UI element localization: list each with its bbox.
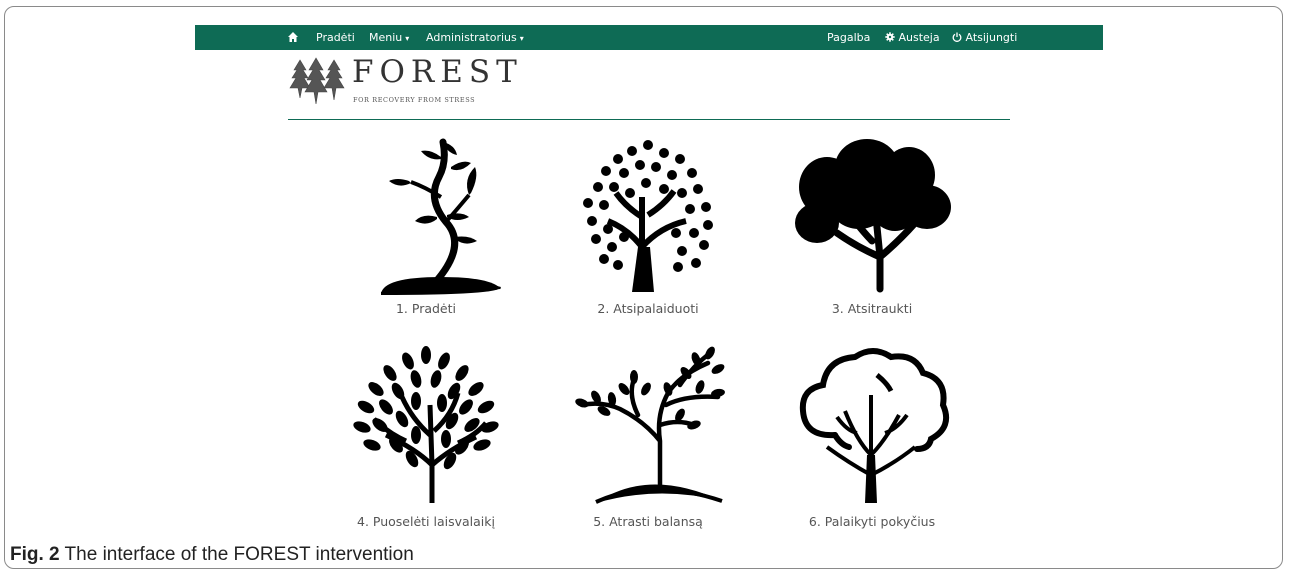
tree-sapling-icon	[381, 138, 501, 295]
tree-dots-icon	[583, 140, 713, 292]
nav-item-user[interactable]: Austeja	[885, 25, 940, 50]
tile-start[interactable]: 1. Pradėti	[336, 137, 516, 322]
tile-relax[interactable]: 2. Atsipalaiduoti	[558, 137, 738, 322]
navbar: Pradėti Meniu ▾ Administratorius ▾ Pagalba…	[195, 25, 1103, 50]
header-divider	[288, 119, 1010, 120]
tile-label: 6. Palaikyti pokyčius	[808, 514, 936, 529]
nav-item-logout[interactable]: Atsijungti	[952, 25, 1017, 50]
nav-item-start-label: Pradėti	[316, 31, 355, 44]
nav-item-menu[interactable]: Meniu ▾	[369, 25, 409, 50]
nav-item-logout-label: Atsijungti	[965, 31, 1018, 44]
tree-branching-icon	[575, 346, 725, 504]
caption-label: Fig. 2	[10, 544, 60, 565]
tile-leisure[interactable]: 4. Puoselėti laisvalaikį	[336, 345, 516, 535]
brand-subtitle: FOR RECOVERY FROM STRESS	[353, 96, 476, 104]
tile-label: 2. Atsipalaiduoti	[597, 301, 699, 316]
nav-item-admin-label: Administratorius	[426, 31, 517, 44]
tile-label: 1. Pradėti	[395, 301, 457, 316]
gear-icon	[885, 32, 895, 42]
tile-withdraw[interactable]: 3. Atsitraukti	[782, 137, 962, 322]
nav-item-help[interactable]: Pagalba	[827, 25, 870, 50]
caret-down-icon: ▾	[519, 34, 524, 43]
tree-cloud-icon	[795, 139, 951, 293]
nav-item-start[interactable]: Pradėti	[316, 25, 355, 50]
pine-trees-icon	[289, 57, 345, 105]
figure-caption: Fig. 2 The interface of the FOREST inter…	[10, 544, 414, 566]
brand-title: FOREST	[352, 54, 523, 90]
caret-down-icon: ▾	[405, 34, 410, 43]
caption-text: The interface of the FOREST intervention	[59, 544, 414, 565]
nav-item-menu-label: Meniu	[369, 31, 403, 44]
tree-outline-icon	[799, 348, 949, 503]
tile-label: 5. Atrasti balansą	[593, 514, 703, 529]
tree-leafy-icon	[353, 346, 499, 503]
nav-item-user-label: Austeja	[898, 31, 940, 44]
home-icon[interactable]	[287, 25, 299, 50]
tile-label: 3. Atsitraukti	[831, 301, 913, 316]
nav-item-help-label: Pagalba	[827, 31, 871, 44]
power-icon	[952, 32, 962, 42]
tile-balance[interactable]: 5. Atrasti balansą	[558, 345, 738, 535]
tile-maintain[interactable]: 6. Palaikyti pokyčius	[782, 345, 962, 535]
tile-label: 4. Puoselėti laisvalaikį	[357, 514, 495, 529]
nav-item-admin[interactable]: Administratorius ▾	[426, 25, 524, 50]
